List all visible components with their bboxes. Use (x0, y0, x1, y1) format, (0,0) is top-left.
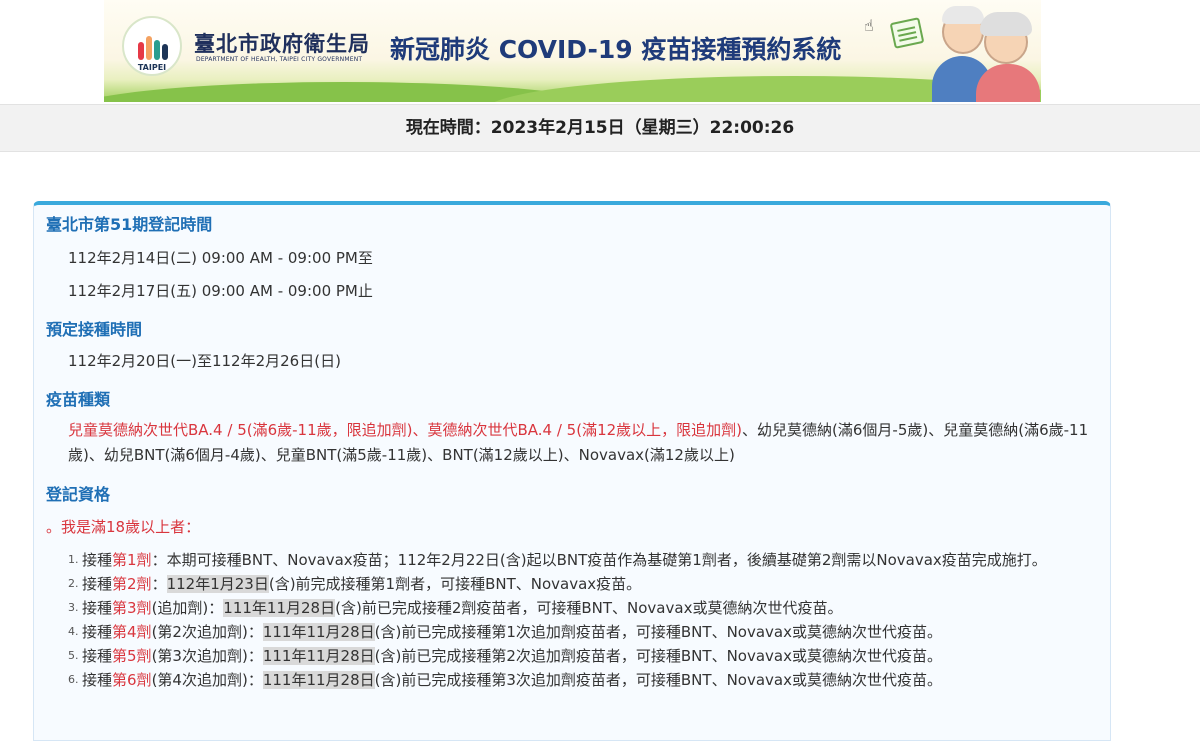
item-text: (含)前已完成接種第2次追加劑疫苗者，可接種BNT、Novavax或莫德納次世代… (374, 647, 942, 665)
dose-label: 第5劑 (112, 647, 152, 665)
info-panel: 臺北市第51期登記時間 112年2月14日(二) 09:00 AM - 09:0… (33, 201, 1111, 741)
item-number: 5. (68, 649, 79, 662)
vaccination-title: 預定接種時間 (46, 320, 143, 339)
item-text: (含)前已完成接種第1次追加劑疫苗者，可接種BNT、Novavax或莫德納次世代… (374, 623, 942, 641)
dose-label: 第1劑 (112, 551, 152, 569)
list-item: 4. 接種第4劑(第2次追加劑)：111年11月28日(含)前已完成接種第1次追… (68, 620, 1098, 644)
item-text: (含)前已完成接種第3次追加劑疫苗者，可接種BNT、Novavax或莫德納次世代… (374, 671, 942, 689)
list-item: 6. 接種第6劑(第4次追加劑)：111年11月28日(含)前已完成接種第3次追… (68, 668, 1098, 692)
cutoff-date: 112年1月23日 (166, 575, 269, 593)
taipei-health-logo[interactable]: TAIPEI (122, 16, 182, 76)
cutoff-date: 111年11月28日 (262, 647, 375, 665)
eligibility-subhead: 。我是滿18歲以上者： (46, 518, 201, 536)
list-item: 5. 接種第5劑(第3次追加劑)：111年11月28日(含)前已完成接種第2次追… (68, 644, 1098, 668)
item-text: (含)前已完成接種2劑疫苗者，可接種BNT、Novavax或莫德納次世代疫苗。 (335, 599, 843, 617)
item-number: 4. (68, 625, 79, 638)
vaccine-types-highlighted: 兒童莫德納次世代BA.4 / 5(滿6歲-11歲，限追加劑)、莫德納次世代BA.… (68, 421, 743, 439)
logo-caption: TAIPEI (137, 63, 167, 72)
current-time-bar: 現在時間：2023年2月15日（星期三）22:00:26 (0, 104, 1200, 152)
list-item: 1. 接種第1劑：本期可接種BNT、Novavax疫苗；112年2月22日(含)… (68, 548, 1098, 572)
registration-end: 112年2月17日(五) 09:00 AM - 09:00 PM止 (68, 282, 373, 300)
notepad-icon (889, 17, 925, 49)
cutoff-date: 111年11月28日 (223, 599, 336, 617)
dose-label: 第6劑 (112, 671, 152, 689)
department-name: 臺北市政府衛生局 (194, 32, 370, 56)
item-text: 本期可接種BNT、Novavax疫苗；112年2月22日(含)起以BNT疫苗作為… (166, 551, 1047, 569)
dose-label: 第3劑 (112, 599, 152, 617)
registration-start: 112年2月14日(二) 09:00 AM - 09:00 PM至 (68, 249, 373, 267)
system-title: 新冠肺炎 COVID-19 疫苗接種預約系統 (390, 35, 842, 64)
item-number: 2. (68, 577, 79, 590)
eligibility-list: 1. 接種第1劑：本期可接種BNT、Novavax疫苗；112年2月22日(含)… (68, 548, 1098, 692)
eligibility-title: 登記資格 (46, 485, 111, 504)
list-item: 3. 接種第3劑(追加劑)：111年11月28日(含)前已完成接種2劑疫苗者，可… (68, 596, 1098, 620)
vaccine-types-title: 疫苗種類 (46, 390, 111, 409)
dose-label: 第2劑 (112, 575, 152, 593)
elderly-woman-illustration (980, 12, 1032, 36)
dose-label: 第4劑 (112, 623, 152, 641)
cutoff-date: 111年11月28日 (262, 671, 375, 689)
item-text: (含)前完成接種第1劑者，可接種BNT、Novavax疫苗。 (268, 575, 642, 593)
registration-title: 臺北市第51期登記時間 (46, 215, 213, 234)
hand-cursor-icon: ☝ (864, 16, 874, 35)
item-number: 6. (68, 673, 79, 686)
department-name-english: DEPARTMENT OF HEALTH, TAIPEI CITY GOVERN… (196, 56, 363, 63)
item-number: 1. (68, 553, 79, 566)
list-item: 2. 接種第2劑：112年1月23日(含)前完成接種第1劑者，可接種BNT、No… (68, 572, 1098, 596)
item-number: 3. (68, 601, 79, 614)
header-banner: TAIPEI 臺北市政府衛生局 DEPARTMENT OF HEALTH, TA… (104, 0, 1041, 102)
cutoff-date: 111年11月28日 (262, 623, 375, 641)
vaccine-types-list: 兒童莫德納次世代BA.4 / 5(滿6歲-11歲，限追加劑)、莫德納次世代BA.… (68, 418, 1098, 468)
elderly-man-illustration (942, 6, 984, 24)
vaccination-period: 112年2月20日(一)至112年2月26日(日) (68, 352, 341, 370)
